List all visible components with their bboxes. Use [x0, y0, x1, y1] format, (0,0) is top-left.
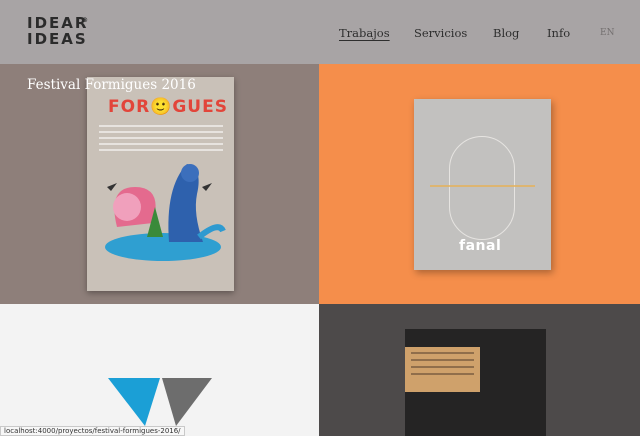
- triangle-logo-image: [108, 378, 212, 426]
- project-tile-festival-formigues[interactable]: FOR🙂GUES Festival Formigues 2016: [0, 64, 319, 304]
- nav-info[interactable]: Info: [547, 26, 570, 40]
- registered-mark: ®: [82, 17, 90, 24]
- brand-logo[interactable]: IDEAR IDEAS ®: [27, 15, 88, 47]
- nav-servicios[interactable]: Servicios: [414, 26, 467, 40]
- fanal-book-image: fanal: [414, 99, 551, 270]
- project-tile-logo[interactable]: [0, 304, 319, 436]
- project-tile-fanal[interactable]: fanal: [319, 64, 640, 304]
- festival-poster-image: FOR🙂GUES: [87, 77, 234, 291]
- logo-line-2: IDEAS: [27, 30, 88, 48]
- book-label: [405, 347, 480, 392]
- poster-illustration: [105, 164, 226, 261]
- status-bar-url: localhost:4000/proyectos/festival-formig…: [0, 426, 185, 436]
- fanal-wordmark: fanal: [459, 238, 502, 254]
- nav-blog[interactable]: Blog: [493, 26, 519, 40]
- logo-line-1: IDEAR: [27, 14, 89, 32]
- project-tile-dark-book[interactable]: [319, 304, 640, 436]
- nav-trabajos[interactable]: Trabajos: [339, 26, 390, 40]
- dark-book-image: [405, 329, 546, 436]
- language-switch-en[interactable]: EN: [600, 28, 614, 38]
- site-header: IDEAR IDEAS ® Trabajos Servicios Blog In…: [0, 0, 640, 64]
- project-caption: Festival Formigues 2016: [27, 77, 196, 93]
